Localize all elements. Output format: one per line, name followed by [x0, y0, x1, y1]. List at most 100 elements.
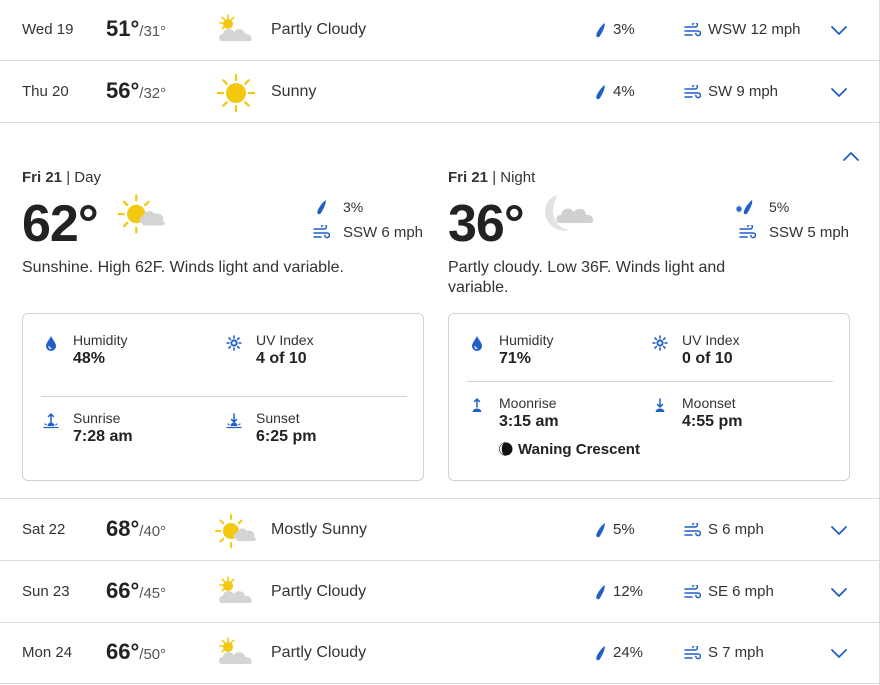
- row-high-temp: 66°: [106, 639, 140, 664]
- day-title-period: Day: [74, 169, 101, 186]
- moon-phase: Waning Crescent: [499, 441, 640, 458]
- row-high-temp: 56°: [106, 78, 140, 103]
- uv-index-detail: UV Index 0 of 10: [652, 332, 832, 372]
- moonset-detail: Moonset 4:55 pm: [652, 395, 832, 435]
- forecast-row[interactable]: Sun 23 66°/45° Partly Cloudy 12% SE 6 mp…: [0, 562, 879, 623]
- row-high-temp: 66°: [106, 578, 140, 603]
- rain-drop-icon: [595, 22, 607, 39]
- uv-index-detail: UV Index 4 of 10: [226, 332, 406, 372]
- row-temperatures: 56°/32°: [106, 78, 166, 104]
- divider: [41, 396, 407, 397]
- chevron-down-icon[interactable]: [830, 24, 848, 36]
- mostly-sunny-icon: [114, 191, 170, 237]
- row-date: Sun 23: [22, 583, 70, 600]
- night-description: Partly cloudy. Low 36F. Winds light and …: [448, 259, 726, 296]
- row-precip-chance: 24%: [613, 644, 644, 661]
- humidity-detail: Humidity 71%: [469, 332, 649, 372]
- night-panel-title: Fri 21 | Night: [448, 169, 535, 186]
- detail-value: 0 of 10: [682, 350, 733, 367]
- night-temperature: 36°: [448, 195, 525, 253]
- partly-cloudy-icon: [214, 634, 258, 674]
- sunrise-detail: Sunrise 7:28 am: [43, 410, 223, 450]
- day-wind: SSW 6 mph: [343, 224, 424, 241]
- row-date: Wed 19: [22, 21, 74, 38]
- detail-value: 48%: [73, 350, 106, 367]
- detail-value: 7:28 am: [73, 428, 133, 445]
- row-wind: SW 9 mph: [708, 83, 779, 100]
- detail-label: Humidity: [499, 332, 554, 348]
- row-temperatures: 66°/45°: [106, 578, 166, 604]
- night-panel: Fri 21 | Night 36° 5% SSW 5 mph Partly c…: [448, 124, 853, 499]
- partly-cloudy-icon: [214, 573, 258, 613]
- row-precip-chance: 12%: [613, 583, 644, 600]
- moonset-icon: [652, 398, 668, 414]
- row-temperatures: 66°/50°: [106, 639, 166, 665]
- detail-label: Sunrise: [73, 410, 121, 426]
- night-details-card: Humidity 71% UV Index 0 of 10 Moonrise 3…: [448, 313, 850, 481]
- day-title-date: Fri 21: [22, 169, 63, 186]
- night-title-date: Fri 21: [448, 169, 489, 186]
- day-precip-chance: 3%: [343, 199, 364, 215]
- row-low-temp: /40°: [139, 523, 167, 540]
- detail-value: 6:25 pm: [256, 428, 317, 445]
- row-wind: S 7 mph: [708, 644, 764, 661]
- row-low-temp: /31°: [139, 23, 167, 40]
- rain-drop-icon: [595, 84, 607, 101]
- chevron-down-icon[interactable]: [830, 86, 848, 98]
- day-panel: Fri 21 | Day 62° 3% SSW 6 mph Sunshine. …: [22, 124, 427, 499]
- sunny-icon: [214, 73, 258, 113]
- rain-drop-icon: [595, 584, 607, 601]
- row-low-temp: /32°: [139, 85, 167, 102]
- rain-drop-icon: [595, 522, 607, 539]
- row-wind: WSW 12 mph: [708, 21, 801, 38]
- detail-value: 71%: [499, 350, 532, 367]
- chevron-down-icon[interactable]: [830, 524, 848, 536]
- chevron-down-icon[interactable]: [830, 647, 848, 659]
- detail-label: Sunset: [256, 410, 300, 426]
- wind-icon: [739, 225, 756, 240]
- row-high-temp: 51°: [106, 16, 140, 41]
- partly-cloudy-icon: [214, 11, 258, 51]
- row-low-temp: /45°: [139, 585, 167, 602]
- partly-cloudy-night-icon: [540, 191, 596, 237]
- uv-index-icon: [652, 335, 668, 351]
- row-high-temp: 68°: [106, 516, 140, 541]
- day-description: Sunshine. High 62F. Winds light and vari…: [22, 259, 344, 276]
- expanded-day-detail: Fri 21 | Day 62° 3% SSW 6 mph Sunshine. …: [0, 124, 879, 499]
- forecast-row[interactable]: Sat 22 68°/40° Mostly Sunny 5% S 6 mph: [0, 500, 879, 561]
- row-temperatures: 68°/40°: [106, 516, 166, 542]
- sunrise-icon: [43, 413, 59, 429]
- row-condition: Mostly Sunny: [271, 521, 368, 538]
- moon-phase-icon: [499, 442, 513, 456]
- forecast-row[interactable]: Mon 24 66°/50° Partly Cloudy 24% S 7 mph: [0, 623, 879, 684]
- chevron-down-icon[interactable]: [830, 586, 848, 598]
- mostly-sunny-icon: [214, 511, 258, 551]
- wind-icon: [313, 225, 330, 240]
- detail-label: Moonrise: [499, 395, 557, 411]
- row-condition: Sunny: [271, 83, 317, 100]
- row-date: Thu 20: [22, 83, 69, 100]
- day-title-separator: |: [62, 169, 75, 186]
- snow-rain-icon: [736, 199, 756, 216]
- row-precip-chance: 5%: [613, 521, 635, 538]
- night-title-separator: |: [488, 169, 501, 186]
- day-details-card: Humidity 48% UV Index 4 of 10 Sunrise 7:…: [22, 313, 424, 481]
- sunset-icon: [226, 413, 242, 429]
- uv-index-icon: [226, 335, 242, 351]
- detail-value: 4 of 10: [256, 350, 307, 367]
- forecast-row[interactable]: Wed 19 51°/31° Partly Cloudy 3% WSW 12 m…: [0, 0, 879, 61]
- humidity-icon: [43, 335, 59, 351]
- sunset-detail: Sunset 6:25 pm: [226, 410, 406, 450]
- night-wind: SSW 5 mph: [769, 224, 850, 241]
- wind-icon: [684, 23, 701, 38]
- detail-label: UV Index: [256, 332, 314, 348]
- moon-phase-label: Waning Crescent: [518, 441, 640, 458]
- wind-icon: [684, 585, 701, 600]
- divider: [467, 381, 833, 382]
- detail-label: Moonset: [682, 395, 736, 411]
- rain-drop-icon: [595, 645, 607, 662]
- daily-forecast-list: Wed 19 51°/31° Partly Cloudy 3% WSW 12 m…: [0, 0, 880, 685]
- moonrise-icon: [469, 398, 485, 414]
- forecast-row[interactable]: Thu 20 56°/32° Sunny 4% SW 9 mph: [0, 62, 879, 123]
- detail-label: UV Index: [682, 332, 740, 348]
